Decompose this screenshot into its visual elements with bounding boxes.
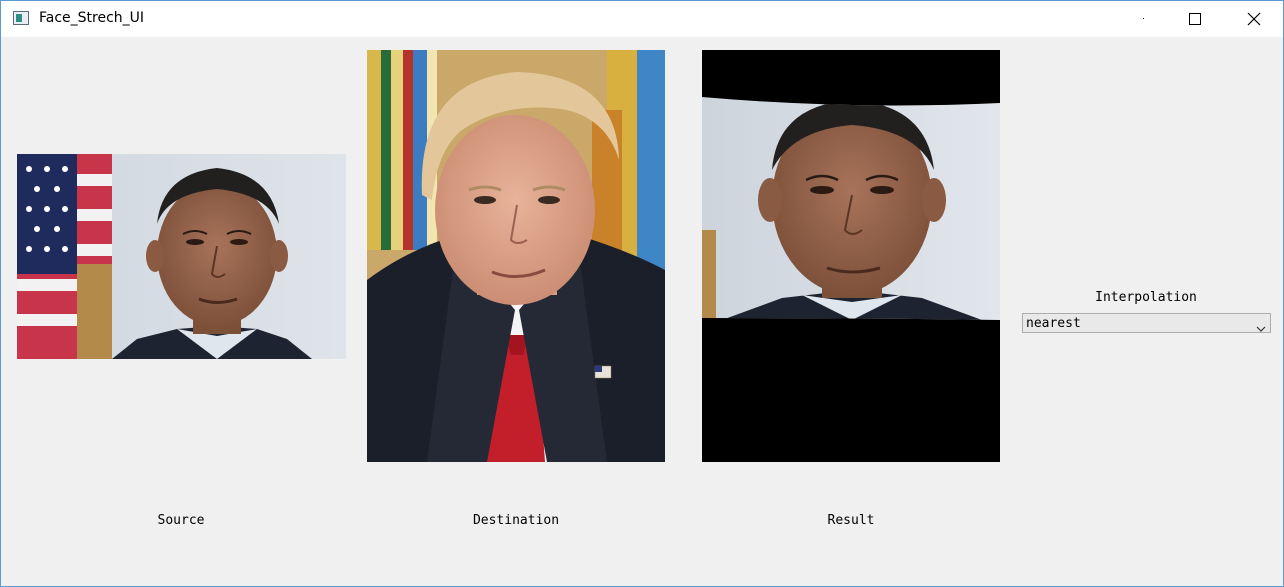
interpolation-selected-value: nearest	[1026, 316, 1081, 331]
destination-label: Destination	[472, 513, 560, 528]
close-icon	[1247, 12, 1261, 26]
window-title: Face_Strech_UI	[39, 10, 145, 26]
result-image	[702, 50, 1000, 462]
interpolation-select[interactable]: nearest	[1022, 313, 1271, 333]
chevron-down-icon	[1256, 319, 1266, 338]
source-label: Source	[157, 513, 205, 528]
source-image	[17, 154, 346, 359]
title-bar[interactable]: Face_Strech_UI	[1, 1, 1283, 37]
interpolation-label: Interpolation	[1095, 290, 1197, 305]
close-button[interactable]	[1231, 1, 1277, 37]
maximize-button[interactable]	[1173, 1, 1219, 37]
maximize-icon	[1189, 13, 1201, 25]
result-label: Result	[827, 513, 875, 528]
destination-image	[367, 50, 665, 462]
app-window: Face_Strech_UI Source Destination Result…	[0, 0, 1284, 587]
app-window-icon	[13, 11, 29, 25]
